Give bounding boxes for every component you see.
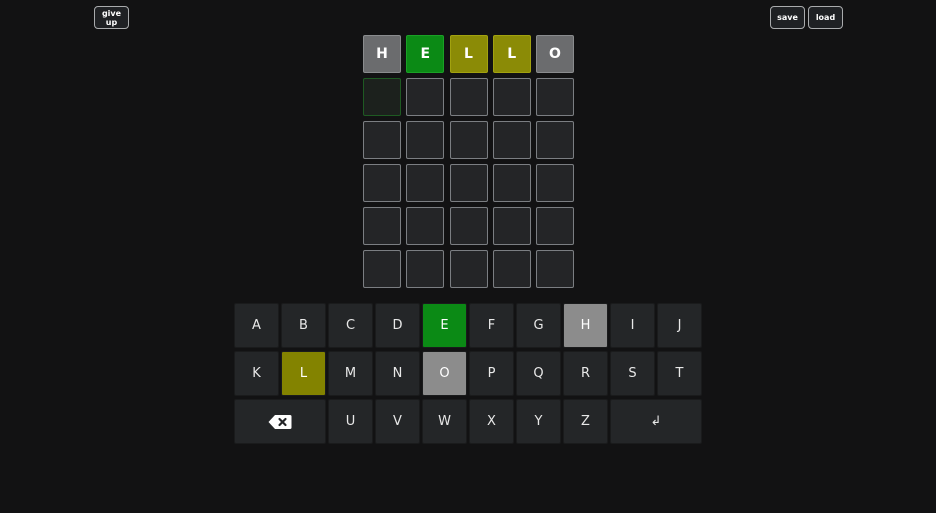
board-tile	[406, 121, 445, 159]
board-tile	[406, 164, 445, 202]
key-i[interactable]: I	[610, 303, 655, 348]
key-z[interactable]: Z	[563, 399, 608, 444]
key-v[interactable]: V	[375, 399, 420, 444]
key-m[interactable]: M	[328, 351, 373, 396]
key-s[interactable]: S	[610, 351, 655, 396]
key-x[interactable]: X	[469, 399, 514, 444]
board-tile	[492, 207, 531, 245]
board-tile	[492, 121, 531, 159]
board-tile	[363, 164, 401, 202]
board-tile: H	[363, 35, 401, 73]
key-c[interactable]: C	[328, 303, 373, 348]
board-tile	[363, 78, 401, 116]
board-tile	[492, 250, 531, 288]
board-tile	[449, 250, 488, 288]
key-a[interactable]: A	[234, 303, 279, 348]
board-tile	[406, 78, 445, 116]
board-tile	[536, 121, 574, 159]
key-n[interactable]: N	[375, 351, 420, 396]
board-tile	[363, 250, 401, 288]
board-tile: E	[406, 35, 445, 73]
key-f[interactable]: F	[469, 303, 514, 348]
key-b[interactable]: B	[281, 303, 326, 348]
backspace-icon	[268, 414, 292, 430]
key-t[interactable]: T	[657, 351, 702, 396]
key-y[interactable]: Y	[516, 399, 561, 444]
board-tile	[536, 78, 574, 116]
board-tile	[406, 250, 445, 288]
key-q[interactable]: Q	[516, 351, 561, 396]
board-tile: O	[536, 35, 574, 73]
keyboard-row: KLMNOPQRST	[234, 351, 703, 396]
give-up-button[interactable]: give up	[94, 6, 129, 29]
key-w[interactable]: W	[422, 399, 467, 444]
board-tile	[492, 78, 531, 116]
on-screen-keyboard: A B C D E F G H I J K L M N O P Q R S T U V W X Y Z ↲	[234, 303, 703, 447]
board-tile: L	[449, 35, 488, 73]
key-p[interactable]: P	[469, 351, 514, 396]
board-tile: L	[492, 35, 531, 73]
board-tile	[536, 164, 574, 202]
key-d[interactable]: D	[375, 303, 420, 348]
load-button[interactable]: load	[808, 6, 843, 29]
board-tile	[449, 207, 488, 245]
keyboard-row: ABCDEFGHIJ	[234, 303, 703, 348]
board-tile	[363, 121, 401, 159]
key-u[interactable]: U	[328, 399, 373, 444]
board-tile	[449, 78, 488, 116]
key-h[interactable]: H	[563, 303, 608, 348]
key-l[interactable]: L	[281, 351, 326, 396]
board-tile	[536, 207, 574, 245]
board-tile	[536, 250, 574, 288]
key-r[interactable]: R	[563, 351, 608, 396]
guess-board: HELLO	[363, 35, 574, 288]
key-g[interactable]: G	[516, 303, 561, 348]
board-tile	[363, 207, 401, 245]
key-k[interactable]: K	[234, 351, 279, 396]
enter-key[interactable]: ↲	[610, 399, 702, 444]
save-button[interactable]: save	[770, 6, 805, 29]
board-tile	[492, 164, 531, 202]
key-e[interactable]: E	[422, 303, 467, 348]
key-j[interactable]: J	[657, 303, 702, 348]
board-tile	[449, 121, 488, 159]
board-tile	[406, 207, 445, 245]
board-tile	[449, 164, 488, 202]
backspace-key[interactable]	[234, 399, 326, 444]
key-o[interactable]: O	[422, 351, 467, 396]
keyboard-row: U V W X Y Z ↲	[234, 399, 703, 444]
